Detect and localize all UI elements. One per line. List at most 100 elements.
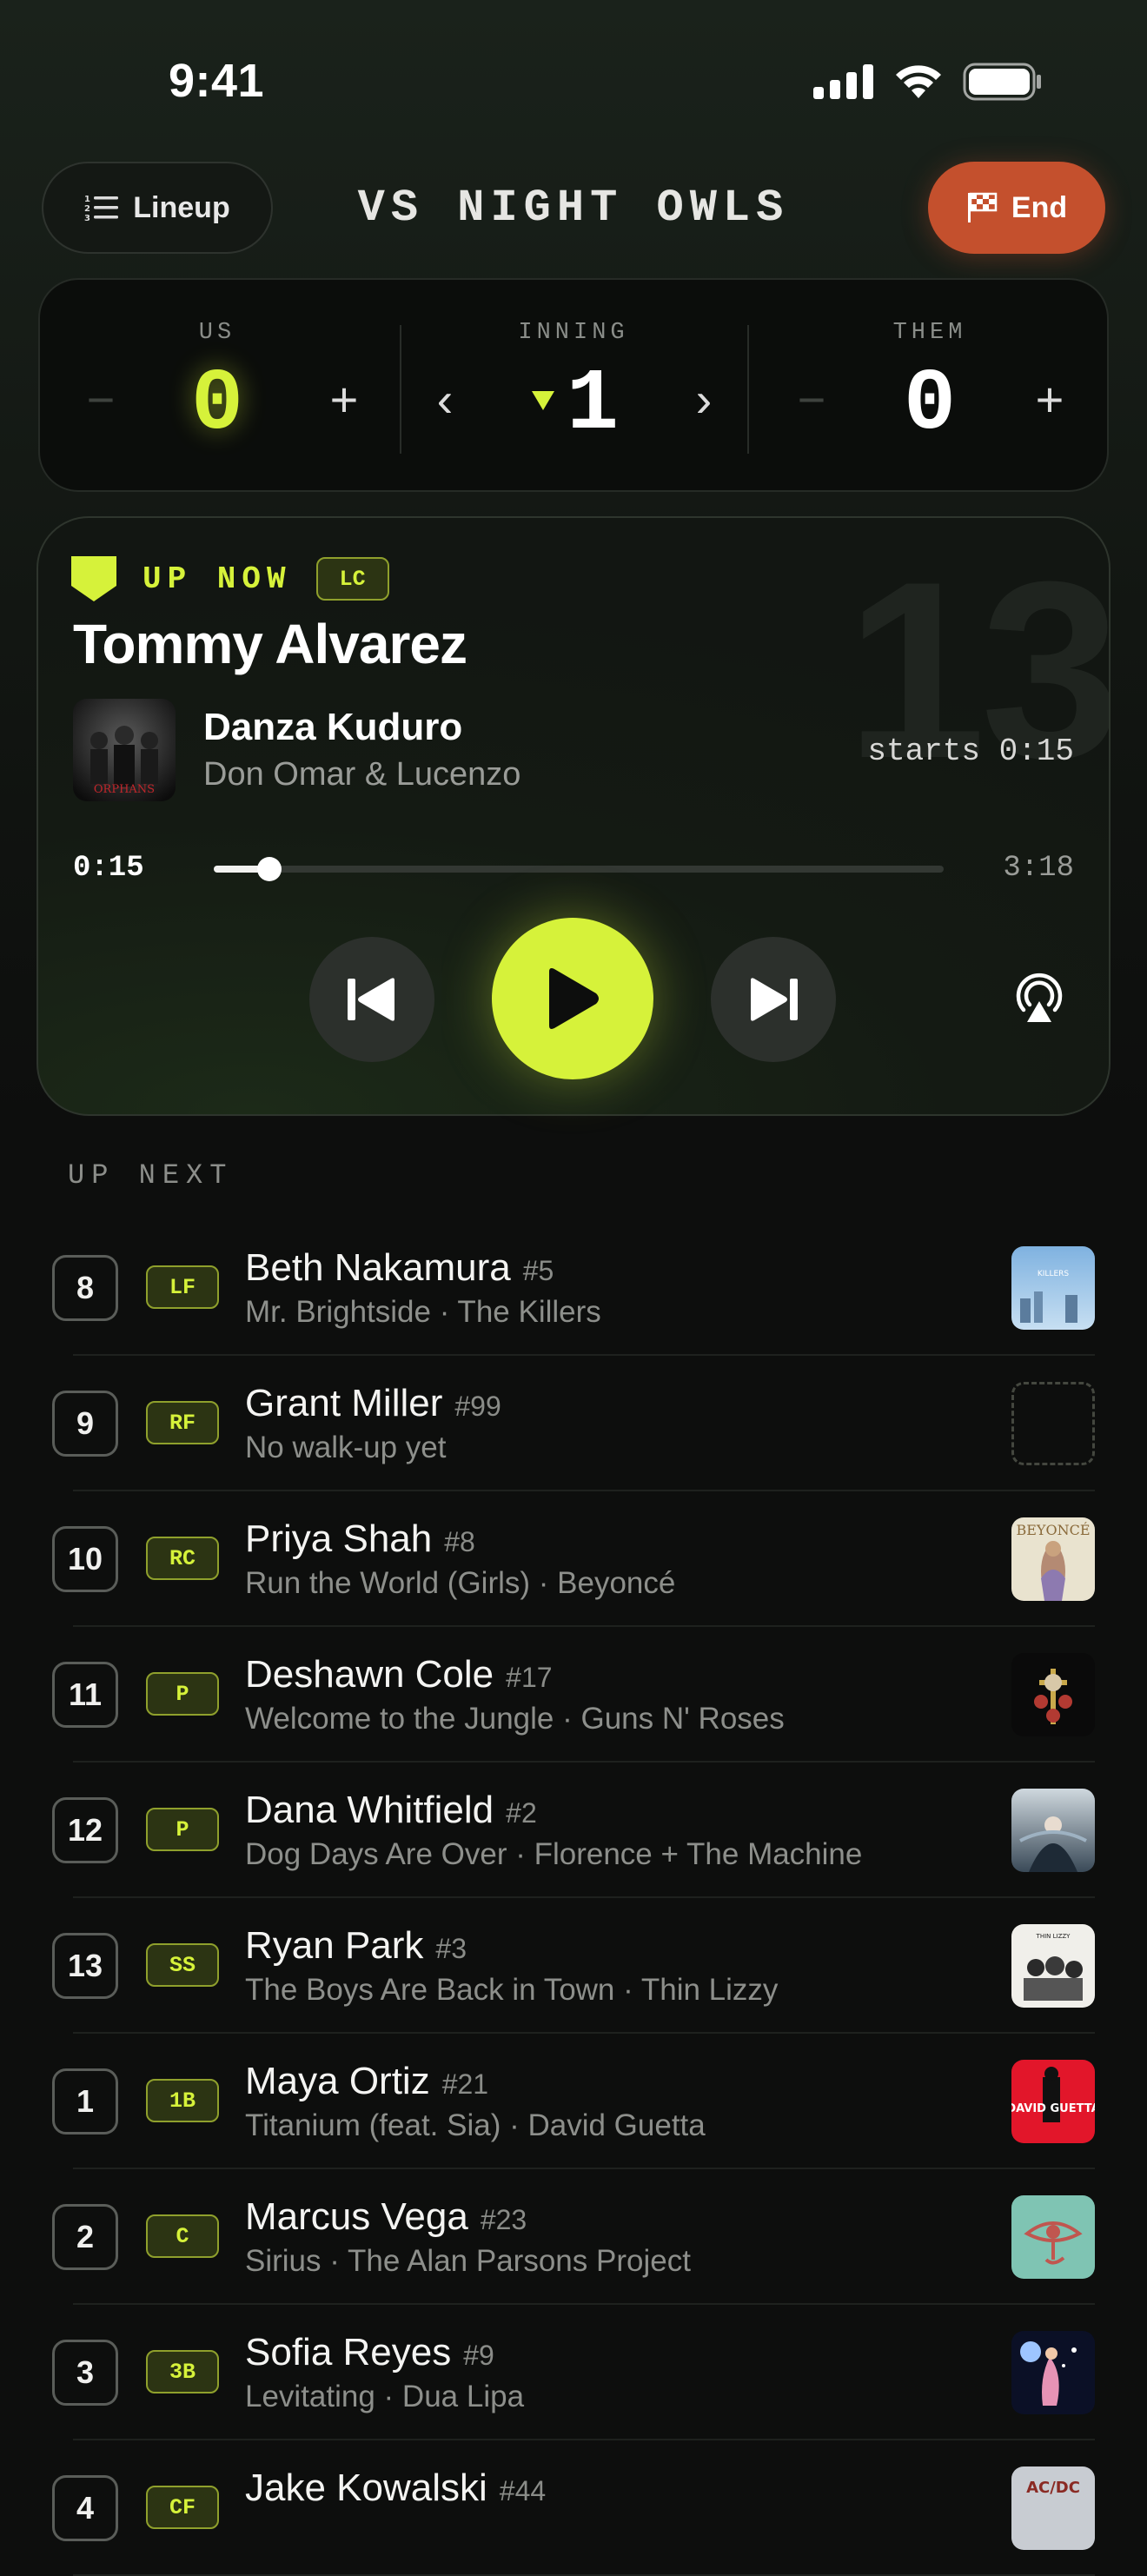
- progress-knob[interactable]: [256, 857, 282, 881]
- player-name: Beth Nakamura #5: [245, 1246, 554, 1290]
- svg-text:BEYONCÉ: BEYONCÉ: [1016, 1521, 1090, 1538]
- airplay-button[interactable]: [1011, 972, 1067, 1028]
- walkup-song: The Boys Are Back in Town · Thin Lizzy: [245, 1973, 779, 2007]
- player-name: Deshawn Cole #17: [245, 1653, 553, 1696]
- us-label: US: [198, 320, 236, 346]
- current-player-name: Tommy Alvarez: [73, 613, 467, 675]
- total-time: 3:18: [1003, 852, 1074, 885]
- player-name-text: Jake Kowalski: [245, 2466, 487, 2509]
- next-track-button[interactable]: [711, 937, 836, 1062]
- battery-icon: [963, 63, 1041, 101]
- divider: [400, 325, 401, 454]
- up-next-label: UP NEXT: [68, 1159, 234, 1192]
- play-button[interactable]: [492, 918, 653, 1079]
- skip-back-icon: [348, 978, 394, 1021]
- batting-order-number: 12: [52, 1797, 118, 1863]
- batting-order-number: 10: [52, 1526, 118, 1592]
- svg-text:DAVID GUETTA: DAVID GUETTA: [1011, 2102, 1095, 2115]
- divider: [747, 325, 749, 454]
- lineup-row[interactable]: 2 C Marcus Vega #23 Sirius · The Alan Parson…: [0, 2169, 1147, 2305]
- position-badge: C: [146, 2214, 219, 2258]
- cellular-signal-icon: [813, 64, 873, 99]
- position-badge: SS: [146, 1943, 219, 1987]
- batting-order-number: 4: [52, 2475, 118, 2541]
- jersey-number: #5: [522, 1255, 554, 1286]
- svg-text:AC/DC: AC/DC: [1026, 2479, 1080, 2497]
- previous-track-button[interactable]: [309, 937, 434, 1062]
- batting-order-number: 2: [52, 2204, 118, 2270]
- end-game-button[interactable]: End: [928, 162, 1105, 254]
- player-name: Grant Miller #99: [245, 1382, 501, 1425]
- batting-order-number: 9: [52, 1391, 118, 1457]
- batting-order-number: 8: [52, 1255, 118, 1321]
- player-name-text: Marcus Vega: [245, 2195, 468, 2238]
- position-badge: RF: [146, 1401, 219, 1444]
- status-time: 9:41: [169, 55, 265, 107]
- jersey-number: #17: [506, 1662, 553, 1693]
- walkup-song: Sirius · The Alan Parsons Project: [245, 2244, 691, 2278]
- progress-slider[interactable]: [214, 857, 944, 881]
- us-decrement-button[interactable]: −: [75, 374, 127, 426]
- walkup-song: No walk-up yet: [245, 1431, 447, 1464]
- us-score: 0: [190, 356, 243, 455]
- lineup-row[interactable]: 12 P Dana Whitfield #2 Dog Days Are Over · F…: [0, 1763, 1147, 1898]
- player-name: Ryan Park #3: [245, 1924, 467, 1968]
- lineup-row[interactable]: 1 1B Maya Ortiz #21 Titanium (feat. Sia) · D…: [0, 2034, 1147, 2169]
- jersey-number: #21: [441, 2068, 489, 2100]
- player-name: Maya Ortiz #21: [245, 2060, 488, 2103]
- album-art: BEYONCÉ: [1011, 1517, 1095, 1601]
- svg-text:KILLERS: KILLERS: [1038, 1270, 1070, 1278]
- up-now-label: UP NOW: [143, 561, 292, 597]
- walkup-song: Run the World (Girls) · Beyoncé: [245, 1566, 676, 1600]
- album-art: ORPHANS: [73, 699, 176, 801]
- wifi-icon: [896, 65, 941, 98]
- player-name: Priya Shah #8: [245, 1517, 475, 1561]
- player-name-text: Priya Shah: [245, 1517, 433, 1560]
- lineup-row[interactable]: 3 3B Sofia Reyes #9 Levitating · Dua Lipa: [0, 2305, 1147, 2440]
- position-badge: LF: [146, 1265, 219, 1309]
- home-plate-icon: [71, 556, 116, 601]
- lineup-row[interactable]: 11 P Deshawn Cole #17 Welcome to the Jungle …: [0, 1627, 1147, 1763]
- jersey-number: #9: [463, 2340, 494, 2371]
- walkup-song: Titanium (feat. Sia) · David Guetta: [245, 2108, 706, 2142]
- album-art: [1011, 2195, 1095, 2279]
- jersey-number: #23: [480, 2204, 527, 2235]
- lineup-row[interactable]: 8 LF Beth Nakamura #5 Mr. Brightside · The K…: [0, 1220, 1147, 1356]
- lineup-row[interactable]: 4 CF Jake Kowalski #44 AC/DC: [0, 2440, 1147, 2576]
- up-now-header: UP NOW LC: [70, 554, 389, 603]
- position-badge: 1B: [146, 2079, 219, 2122]
- batting-order-number: 3: [52, 2340, 118, 2406]
- batting-order-number: 11: [52, 1662, 118, 1728]
- batting-order-number: 1: [52, 2068, 118, 2134]
- player-name-text: Deshawn Cole: [245, 1653, 494, 1696]
- svg-text:ORPHANS: ORPHANS: [94, 783, 155, 796]
- us-increment-button[interactable]: +: [318, 374, 370, 426]
- album-art: THIN LIZZY: [1011, 1924, 1095, 2008]
- inning-label: INNING: [518, 320, 629, 346]
- batting-order-number: 13: [52, 1933, 118, 1999]
- them-decrement-button[interactable]: −: [786, 374, 838, 426]
- skip-forward-icon: [751, 978, 798, 1021]
- position-badge: P: [146, 1808, 219, 1851]
- lineup-row[interactable]: 13 SS Ryan Park #3 The Boys Are Back in Town…: [0, 1898, 1147, 2034]
- walkup-song: Welcome to the Jungle · Guns N' Roses: [245, 1702, 785, 1736]
- album-art: [1011, 2331, 1095, 2414]
- prev-inning-button[interactable]: ‹: [419, 374, 471, 426]
- lineup-row[interactable]: 9 RF Grant Miller #99 No walk-up yet: [0, 1356, 1147, 1491]
- lineup-row[interactable]: 10 RC Priya Shah #8 Run the World (Girls) · …: [0, 1491, 1147, 1627]
- next-inning-button[interactable]: ›: [678, 374, 730, 426]
- status-icons: [813, 63, 1043, 101]
- player-name: Sofia Reyes #9: [245, 2331, 494, 2374]
- empty-walkup-placeholder[interactable]: [1011, 1382, 1095, 1465]
- player-name-text: Dana Whitfield: [245, 1789, 494, 1831]
- album-art: KILLERS: [1011, 1246, 1095, 1330]
- walkup-song: Mr. Brightside · The Killers: [245, 1295, 601, 1329]
- player-name-text: Sofia Reyes: [245, 2331, 452, 2374]
- checkered-flag-icon: [967, 192, 998, 222]
- player-name-text: Ryan Park: [245, 1924, 424, 1967]
- jersey-number: #44: [499, 2475, 547, 2506]
- position-badge: LC: [315, 557, 389, 601]
- them-label: THEM: [892, 320, 967, 346]
- start-offset: starts 0:15: [867, 734, 1074, 769]
- them-increment-button[interactable]: +: [1024, 374, 1076, 426]
